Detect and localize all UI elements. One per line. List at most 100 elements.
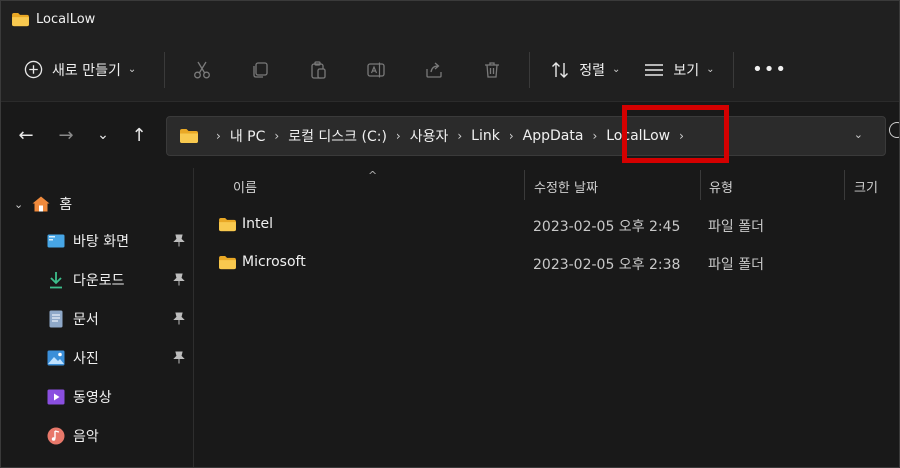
chevron-right-icon[interactable]: › (679, 129, 684, 143)
column-divider[interactable] (700, 170, 701, 200)
sort-ascending-icon: ^ (368, 169, 378, 182)
chevron-right-icon[interactable]: › (592, 129, 597, 143)
rename-button[interactable] (347, 50, 405, 90)
sort-button-label: 정렬 (579, 62, 606, 79)
toolbar-divider (529, 51, 531, 88)
sidebar-item-home[interactable]: ⌄ 홈 (0, 186, 194, 222)
sidebar-item-label: 다운로드 (73, 273, 125, 289)
sort-icon (552, 61, 569, 78)
breadcrumb-appdata[interactable]: AppData (523, 128, 584, 144)
sidebar-item-videos[interactable]: 동영상 (0, 379, 194, 415)
navigation-pane: ⌄ 홈 바탕 화면 다운로드 문서 사진 동영상 음악 (0, 168, 194, 468)
folder-icon (180, 129, 198, 143)
folder-icon (12, 12, 29, 26)
document-icon (47, 310, 65, 328)
pin-icon[interactable] (173, 234, 185, 247)
column-divider[interactable] (524, 170, 525, 200)
chevron-down-icon: ⌄ (612, 64, 621, 75)
breadcrumb-local-disk[interactable]: 로컬 디스크 (C:) (288, 126, 387, 146)
paste-button[interactable] (289, 50, 347, 90)
back-button[interactable]: ← (6, 115, 46, 155)
more-icon: ••• (752, 59, 787, 80)
chevron-right-icon[interactable]: › (457, 129, 462, 143)
sidebar-item-documents[interactable]: 문서 (0, 301, 194, 337)
delete-icon (485, 61, 500, 78)
navigation-bar: ← → ⌄ ↑ › 내 PC › 로컬 디스크 (C:) › 사용자 › Lin… (0, 102, 900, 168)
more-options-button[interactable]: ••• (742, 50, 798, 90)
search-icon[interactable] (889, 122, 900, 138)
column-header-row: ^ 이름 수정한 날짜 유형 크기 (195, 168, 900, 202)
file-type: 파일 폴더 (708, 219, 764, 235)
up-button[interactable]: ↑ (120, 115, 158, 155)
sort-button[interactable]: 정렬 ⌄ (538, 50, 630, 90)
desktop-icon (47, 232, 65, 250)
plus-circle-icon (24, 60, 43, 79)
address-history-dropdown[interactable]: ⌄ (854, 128, 863, 141)
title-bar: LocalLow (0, 0, 900, 38)
folder-icon (219, 217, 236, 232)
arrow-up-icon: ↑ (131, 124, 147, 146)
file-name: Intel (242, 216, 273, 232)
pin-icon[interactable] (173, 312, 185, 325)
cut-button[interactable] (173, 50, 231, 90)
chevron-down-icon: ⌄ (706, 64, 715, 75)
column-divider[interactable] (844, 170, 845, 200)
new-button[interactable]: 새로 만들기 ⌄ (18, 50, 142, 90)
sidebar-item-downloads[interactable]: 다운로드 (0, 262, 194, 298)
column-header-date[interactable]: 수정한 날짜 (534, 177, 598, 196)
breadcrumb-link[interactable]: Link (471, 128, 500, 144)
chevron-down-icon[interactable]: ⌄ (14, 198, 23, 211)
address-bar[interactable]: › 내 PC › 로컬 디스크 (C:) › 사용자 › Link › AppD… (166, 116, 886, 156)
sidebar-item-label: 문서 (73, 312, 99, 328)
file-date: 2023-02-05 오후 2:45 (533, 219, 681, 235)
sidebar-item-desktop[interactable]: 바탕 화면 (0, 223, 194, 259)
sidebar-item-label: 바탕 화면 (73, 234, 129, 250)
file-type: 파일 폴더 (708, 257, 764, 273)
arrow-right-icon: → (58, 124, 74, 146)
chevron-right-icon[interactable]: › (216, 129, 221, 143)
file-name: Microsoft (242, 254, 306, 270)
rename-icon (367, 62, 385, 77)
pictures-icon (47, 349, 65, 367)
view-button-label: 보기 (673, 62, 700, 79)
column-header-type[interactable]: 유형 (709, 177, 733, 196)
sidebar-item-music[interactable]: 음악 (0, 418, 194, 454)
music-icon (47, 427, 65, 445)
breadcrumb-users[interactable]: 사용자 (410, 126, 449, 146)
download-icon (47, 271, 65, 289)
cut-icon (194, 61, 211, 78)
copy-icon (253, 61, 268, 78)
chevron-right-icon[interactable]: › (274, 129, 279, 143)
chevron-right-icon[interactable]: › (509, 129, 514, 143)
table-row[interactable]: Intel 2023-02-05 오후 2:45 파일 폴더 (195, 205, 900, 243)
home-icon (32, 196, 50, 212)
view-list-icon (645, 63, 664, 76)
new-button-label: 새로 만들기 (52, 62, 121, 79)
breadcrumb-this-pc[interactable]: 내 PC (230, 126, 266, 146)
paste-icon (311, 60, 326, 79)
sidebar-item-label: 홈 (59, 197, 73, 213)
sidebar-item-pictures[interactable]: 사진 (0, 340, 194, 376)
arrow-left-icon: ← (18, 124, 34, 146)
copy-button[interactable] (231, 50, 289, 90)
share-icon (426, 62, 442, 78)
file-date: 2023-02-05 오후 2:38 (533, 257, 681, 273)
delete-button[interactable] (463, 50, 521, 90)
sidebar-item-label: 사진 (73, 351, 99, 367)
share-button[interactable] (405, 50, 463, 90)
recent-locations-button[interactable]: ⌄ (86, 115, 120, 155)
view-button[interactable]: 보기 ⌄ (630, 50, 724, 90)
pin-icon[interactable] (173, 273, 185, 286)
table-row[interactable]: Microsoft 2023-02-05 오후 2:38 파일 폴더 (195, 243, 900, 281)
pin-icon[interactable] (173, 351, 185, 364)
column-header-name[interactable]: 이름 (233, 177, 257, 196)
chevron-down-icon: ⌄ (127, 64, 137, 75)
chevron-down-icon: ⌄ (97, 127, 109, 143)
breadcrumb-locallow[interactable]: LocalLow (606, 128, 670, 144)
chevron-right-icon[interactable]: › (396, 129, 401, 143)
forward-button[interactable]: → (46, 115, 86, 155)
toolbar-divider (164, 51, 166, 88)
folder-icon (219, 255, 236, 270)
column-header-size[interactable]: 크기 (854, 177, 878, 196)
file-list: ^ 이름 수정한 날짜 유형 크기 Intel 2023-02-05 오후 2:… (195, 168, 900, 468)
